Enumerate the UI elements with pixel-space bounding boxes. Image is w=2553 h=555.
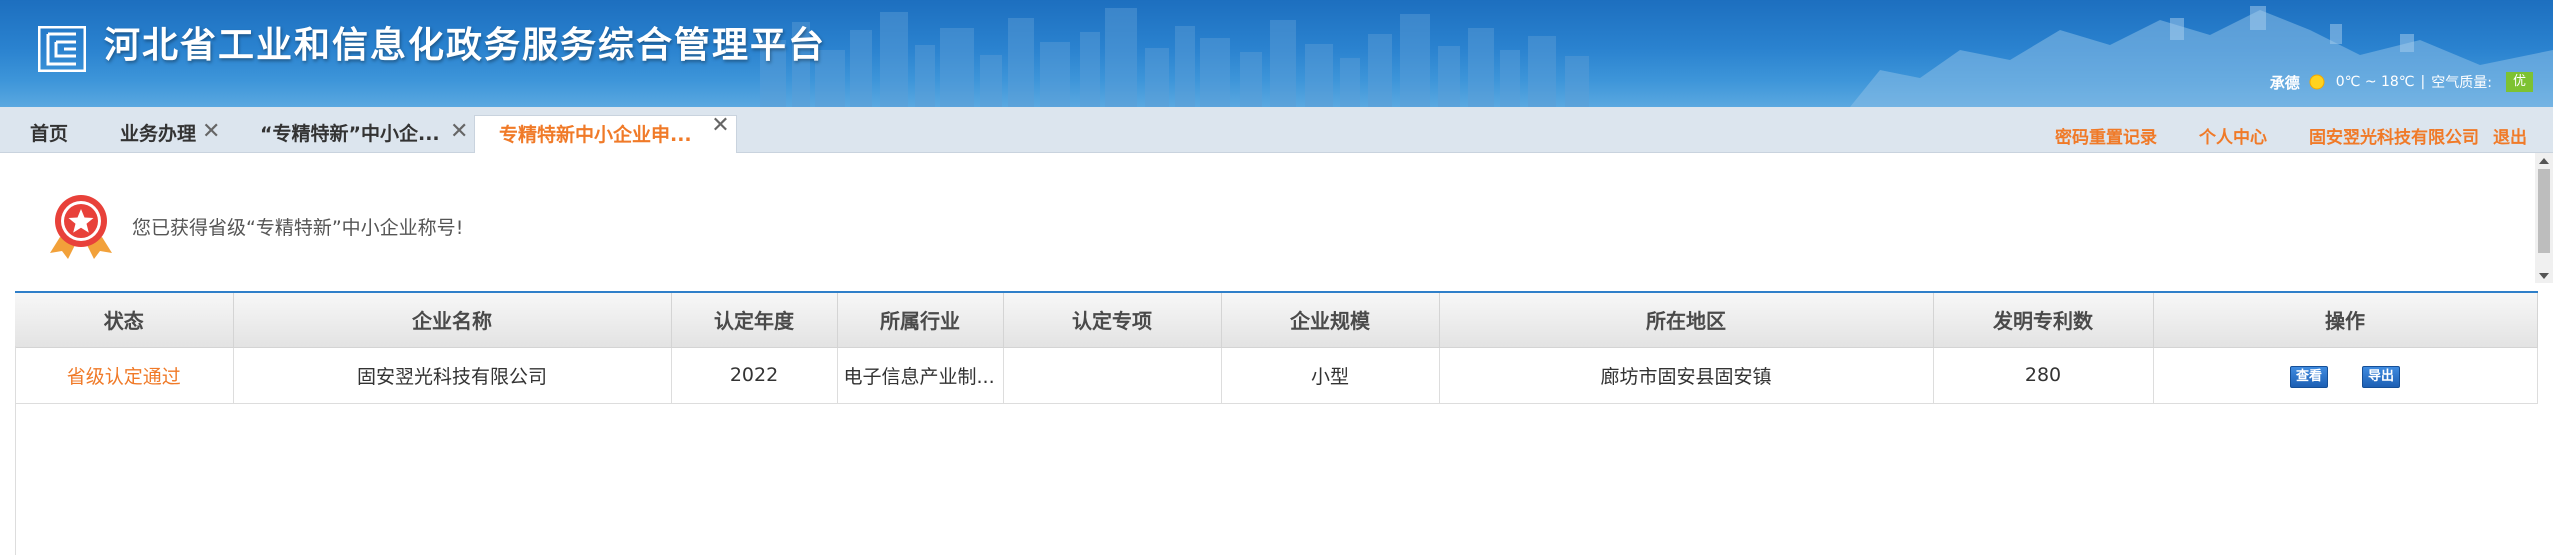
cell-status: 省级认定通过 (15, 347, 234, 404)
honor-notice: 您已获得省级“专精特新”中小企业称号! (46, 193, 463, 259)
header-banner: 河北省工业和信息化政务服务综合管理平台 承德 0℃ ~ 18℃ | 空气质量: … (0, 0, 2553, 107)
top-links: 密码重置记录 个人中心 固安翌光科技有限公司 退出 (2013, 123, 2527, 148)
main-content: 您已获得省级“专精特新”中小企业称号! 状态 企业名称 认定年度 所属行业 认定… (0, 153, 2553, 555)
tab-label: 专精特新中小企业申... (499, 124, 692, 146)
honor-notice-text: 您已获得省级“专精特新”中小企业称号! (132, 216, 464, 239)
column-header-region: 所在地区 (1439, 291, 1934, 348)
weather-temp: 0℃ ~ 18℃ (2335, 74, 2415, 90)
cell-patents: 280 (1933, 347, 2154, 404)
column-header-year: 认定年度 (671, 291, 838, 348)
medal-icon (50, 195, 112, 259)
tab-close-icon[interactable]: ✕ (202, 113, 220, 151)
column-header-scale: 企业规模 (1221, 291, 1440, 348)
tab-home[interactable]: 首页 (30, 115, 68, 153)
tab-close-icon[interactable]: ✕ (711, 114, 729, 138)
air-quality-label: 空气质量: (2431, 75, 2492, 91)
app-window: 河北省工业和信息化政务服务综合管理平台 承德 0℃ ~ 18℃ | 空气质量: … (0, 0, 2553, 555)
tab-specialized-apply[interactable]: 专精特新中小企业申... ✕ (474, 114, 737, 153)
enterprise-table: 状态 企业名称 认定年度 所属行业 认定专项 企业规模 所在地区 发明专利数 操… (15, 291, 2538, 404)
tab-specialized-list[interactable]: “专精特新”中小企... (260, 115, 440, 153)
logo-icon (38, 26, 86, 72)
company-name-link[interactable]: 固安翌光科技有限公司 (2309, 123, 2479, 148)
table-row: 省级认定通过 固安翌光科技有限公司 2022 电子信息产业制... 小型 廊坊市… (15, 347, 2538, 404)
tab-bar: 首页 业务办理 ✕ “专精特新”中小企... ✕ 专精特新中小企业申... ✕ … (0, 107, 2553, 153)
cell-company: 固安翌光科技有限公司 (233, 347, 672, 404)
tab-business[interactable]: 业务办理 (120, 115, 196, 153)
column-header-special: 认定专项 (1003, 291, 1222, 348)
cell-scale: 小型 (1221, 347, 1440, 404)
weather-widget: 承德 0℃ ~ 18℃ | 空气质量: 优 (2270, 70, 2533, 94)
table-left-border (15, 346, 16, 555)
column-header-status: 状态 (15, 291, 234, 348)
column-header-patents: 发明专利数 (1933, 291, 2154, 348)
cell-actions: 查看 导出 (2153, 347, 2538, 404)
column-header-company: 企业名称 (233, 291, 672, 348)
cell-region: 廊坊市固安县固安镇 (1439, 347, 1934, 404)
view-button[interactable]: 查看 (2289, 365, 2328, 388)
tab-close-icon[interactable]: ✕ (450, 113, 468, 151)
sun-icon (2309, 74, 2325, 90)
table-header-row: 状态 企业名称 认定年度 所属行业 认定专项 企业规模 所在地区 发明专利数 操… (15, 291, 2538, 348)
logout-link[interactable]: 退出 (2493, 123, 2527, 148)
weather-city: 承德 (2269, 73, 2300, 92)
scroll-up-arrow-icon[interactable] (2539, 158, 2549, 164)
weather-separator: | (2420, 74, 2426, 90)
personal-center-link[interactable]: 个人中心 (2199, 123, 2267, 148)
scroll-down-arrow-icon[interactable] (2539, 273, 2549, 279)
cell-special (1003, 347, 1222, 404)
site-title: 河北省工业和信息化政务服务综合管理平台 (104, 25, 827, 66)
cell-year: 2022 (671, 347, 838, 404)
column-header-actions: 操作 (2153, 291, 2538, 348)
air-quality-badge: 优 (2505, 72, 2533, 92)
column-header-industry: 所属行业 (837, 291, 1004, 348)
cell-industry: 电子信息产业制... (837, 347, 1004, 404)
password-reset-record-link[interactable]: 密码重置记录 (2055, 123, 2157, 148)
vertical-scrollbar[interactable] (2535, 153, 2553, 283)
scrollbar-thumb[interactable] (2538, 169, 2550, 253)
export-button[interactable]: 导出 (2362, 365, 2401, 388)
